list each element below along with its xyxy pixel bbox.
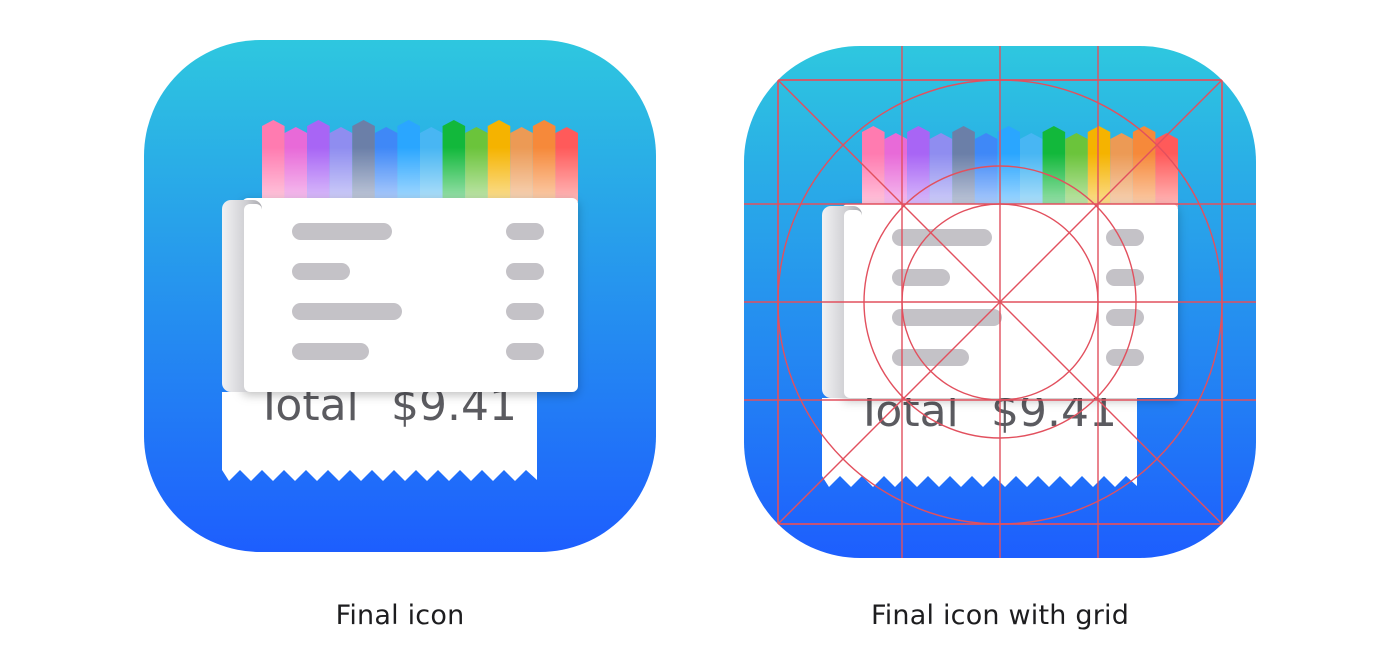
line-item-name-3 xyxy=(892,349,969,366)
app-icon-with-grid: Total $9.41 xyxy=(744,46,1256,558)
line-item-price-2 xyxy=(506,303,544,320)
line-item-name-2 xyxy=(892,309,1002,326)
receipt-app-icon: Total $9.41 xyxy=(144,40,656,552)
receipt-app-icon-grid: Total $9.41 xyxy=(744,46,1256,558)
line-item-price-2 xyxy=(1106,309,1144,326)
line-item-name-1 xyxy=(292,263,350,280)
stripe-fade xyxy=(262,118,578,202)
line-item-price-0 xyxy=(506,223,544,240)
caption-final-icon: Final icon xyxy=(335,600,465,631)
paper-roll-inner xyxy=(244,204,262,392)
paper-roll-inner xyxy=(844,210,862,398)
stripe-fade xyxy=(862,124,1178,208)
line-item-name-2 xyxy=(292,303,402,320)
design-grid xyxy=(744,46,1256,558)
app-icon-final: Total $9.41 xyxy=(144,40,656,552)
line-item-price-3 xyxy=(506,343,544,360)
line-item-price-0 xyxy=(1106,229,1144,246)
line-item-name-3 xyxy=(292,343,369,360)
line-item-price-1 xyxy=(506,263,544,280)
caption-final-icon-with-grid: Final icon with grid xyxy=(870,600,1130,631)
line-item-name-0 xyxy=(292,223,392,240)
line-item-price-1 xyxy=(1106,269,1144,286)
line-item-name-1 xyxy=(892,269,950,286)
line-item-price-3 xyxy=(1106,349,1144,366)
